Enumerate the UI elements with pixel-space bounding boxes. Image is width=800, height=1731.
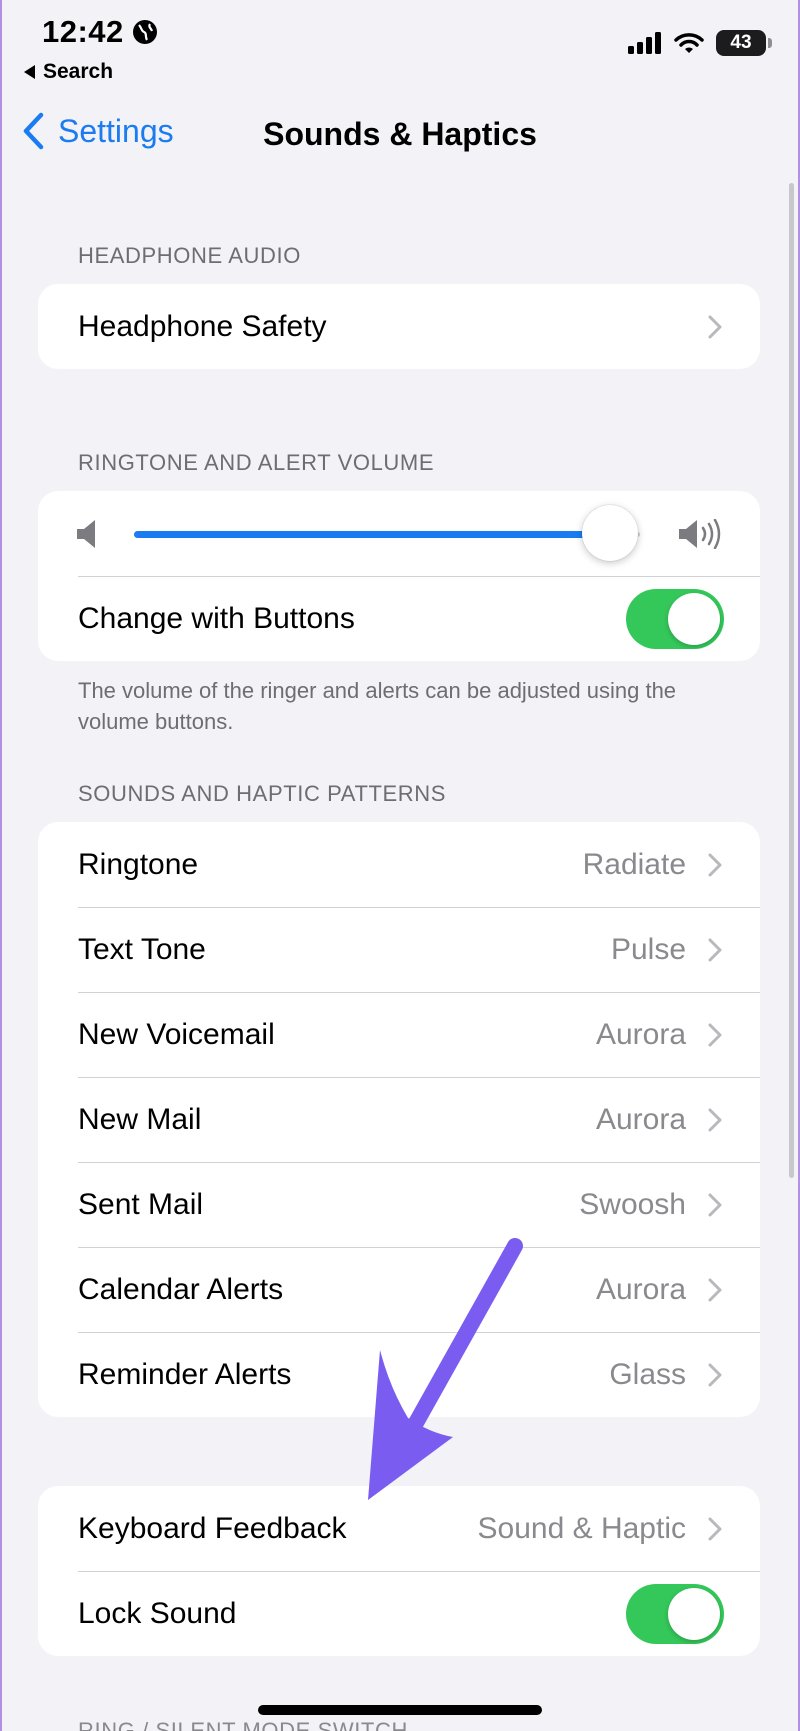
- chevron-right-icon: [708, 1278, 722, 1301]
- section-header-ringtone-volume: RINGTONE AND ALERT VOLUME: [78, 450, 435, 475]
- row-lock-sound: Lock Sound: [38, 1571, 760, 1656]
- chevron-right-icon: [708, 1108, 722, 1131]
- row-value: Swoosh: [579, 1187, 686, 1221]
- chevron-right-icon: [708, 1517, 722, 1540]
- feedback-group: Keyboard Feedback Sound & Haptic Lock So…: [38, 1486, 760, 1656]
- annotation-arrow: [368, 1238, 523, 1500]
- speaker-low-icon: [77, 520, 95, 548]
- chevron-right-icon: [708, 1023, 722, 1046]
- volume-slider-row: [38, 491, 760, 576]
- toggle-knob: [668, 592, 720, 645]
- row-value: Pulse: [610, 932, 686, 966]
- row-ringtone[interactable]: Ringtone Radiate: [38, 822, 760, 907]
- row-label: Ringtone: [78, 847, 199, 881]
- section-header-sound-patterns: SOUNDS AND HAPTIC PATTERNS: [78, 781, 447, 806]
- headphone-audio-group: Headphone Safety: [38, 284, 760, 369]
- row-new-voicemail[interactable]: New Voicemail Aurora: [38, 992, 760, 1077]
- globe-icon: [132, 20, 157, 44]
- chevron-right-icon: [708, 938, 722, 961]
- scrollbar[interactable]: [789, 183, 794, 1178]
- row-value: Sound & Haptic: [477, 1511, 686, 1545]
- row-text-tone[interactable]: Text Tone Pulse: [38, 907, 760, 992]
- row-new-mail[interactable]: New Mail Aurora: [38, 1077, 760, 1162]
- row-label: New Mail: [78, 1102, 202, 1136]
- chevron-right-icon: [708, 1193, 722, 1216]
- chevron-right-icon: [708, 1363, 722, 1386]
- back-triangle-icon: [24, 65, 35, 79]
- back-to-search[interactable]: Search: [24, 60, 113, 84]
- speaker-high-icon: [679, 519, 721, 549]
- row-label: Text Tone: [78, 932, 206, 966]
- section-header-headphone-audio: HEADPHONE AUDIO: [78, 243, 301, 268]
- volume-footer-note: The volume of the ringer and alerts can …: [78, 678, 677, 734]
- row-sent-mail[interactable]: Sent Mail Swoosh: [38, 1162, 760, 1247]
- status-time: 12:42: [42, 14, 158, 50]
- back-to-search-label: Search: [43, 60, 114, 83]
- toggle-knob: [668, 1587, 720, 1640]
- change-with-buttons-toggle[interactable]: [626, 588, 724, 649]
- section-header-ring-silent-switch: RING / SILENT MODE SWITCH: [78, 1718, 408, 1731]
- row-label: Lock Sound: [78, 1596, 237, 1630]
- row-value: Aurora: [595, 1102, 686, 1136]
- row-label: New Voicemail: [78, 1017, 275, 1051]
- status-indicators: 43: [628, 30, 772, 56]
- page-title: Sounds & Haptics: [0, 116, 800, 153]
- ringtone-volume-group: Change with Buttons: [38, 491, 760, 661]
- battery-level: 43: [730, 32, 752, 53]
- volume-track-fill: [134, 531, 610, 538]
- row-change-with-buttons: Change with Buttons: [38, 576, 760, 661]
- home-indicator[interactable]: [258, 1705, 542, 1715]
- row-label: Sent Mail: [78, 1187, 204, 1221]
- row-headphone-safety[interactable]: Headphone Safety: [38, 284, 760, 369]
- row-value: Aurora: [595, 1017, 686, 1051]
- row-value: Aurora: [595, 1272, 686, 1306]
- wifi-icon: [674, 33, 704, 53]
- battery-icon: 43: [716, 30, 772, 56]
- chevron-right-icon: [708, 853, 722, 876]
- volume-slider-thumb[interactable]: [581, 505, 638, 561]
- chevron-right-icon: [708, 315, 722, 338]
- row-label: Change with Buttons: [78, 601, 355, 635]
- lock-sound-toggle[interactable]: [626, 1583, 724, 1644]
- row-label: Keyboard Feedback: [78, 1511, 347, 1545]
- row-value: Glass: [609, 1357, 686, 1391]
- status-time-text: 12:42: [42, 14, 124, 49]
- cellular-signal-icon: [628, 32, 661, 54]
- row-value: Radiate: [582, 847, 686, 881]
- row-label: Headphone Safety: [78, 309, 327, 343]
- page-title-text: Sounds & Haptics: [263, 116, 537, 152]
